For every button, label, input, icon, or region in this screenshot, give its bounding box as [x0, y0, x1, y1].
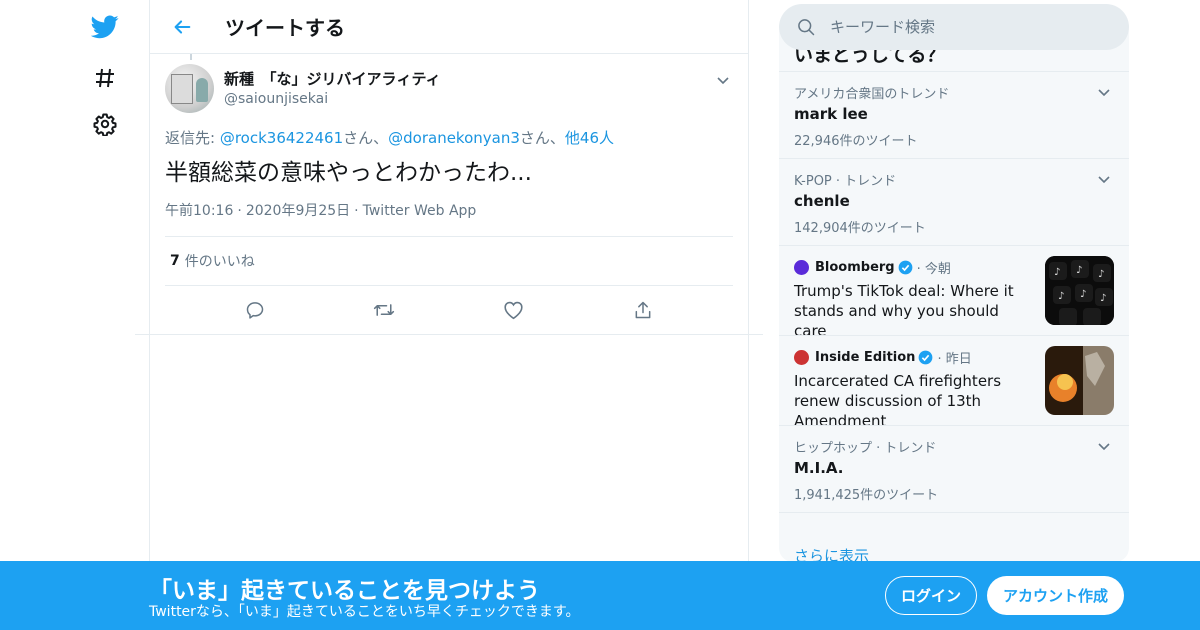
verified-badge-icon [919, 350, 933, 365]
twitter-bird-icon[interactable] [90, 12, 120, 42]
main-column: ツイートする 新種 「な」ジリバイアラィティ @saiounjisekai 返信… [135, 0, 763, 630]
trend-context: K-POP · トレンド [794, 174, 897, 189]
reply-icon[interactable] [240, 295, 270, 325]
news-thumbnail: ♪ ♪ ♪ ♪ ♪ ♪ [1045, 256, 1114, 325]
svg-text:♪: ♪ [1080, 289, 1086, 300]
trend-count: 142,904件のツイート [794, 221, 926, 236]
trend-name: M.I.A. [794, 459, 844, 477]
chevron-down-icon[interactable] [1094, 82, 1114, 102]
news-time: · 昨日 [937, 352, 972, 367]
trend-item[interactable]: K-POP · トレンド chenle 142,904件のツイート [779, 158, 1129, 245]
inside-edition-logo-icon [794, 350, 809, 365]
banner-title: 「いま」起きていることを見つけよう [149, 578, 540, 604]
trend-name: mark lee [794, 105, 868, 123]
trends-panel: いまどうしてる？ アメリカ合衆国のトレンド mark lee 22,946件のツ… [779, 20, 1129, 562]
bloomberg-logo-icon [794, 260, 809, 275]
reply-prefix: 返信先: [165, 129, 220, 147]
reply-mention-1[interactable]: @rock36422461 [220, 129, 343, 147]
banner-subtitle: Twitterなら、「いま」起きていることをいち早くチェックできます。 [149, 604, 580, 620]
settings-gear-icon[interactable] [90, 109, 120, 139]
retweet-icon[interactable] [369, 295, 399, 325]
avatar[interactable] [165, 64, 214, 113]
svg-text:♪: ♪ [1076, 265, 1082, 276]
tweet-meta: 午前10:16 · 2020年9月25日 · Twitter Web App [165, 203, 477, 219]
search-input[interactable] [830, 18, 1100, 36]
tweet-date[interactable]: 2020年9月25日 [246, 203, 350, 219]
page: ツイートする 新種 「な」ジリバイアラィティ @saiounjisekai 返信… [0, 0, 1200, 630]
display-name[interactable]: 新種 「な」ジリバイアラィティ [224, 68, 441, 89]
trend-item[interactable]: アメリカ合衆国のトレンド mark lee 22,946件のツイート [779, 71, 1129, 158]
svg-text:♪: ♪ [1058, 291, 1064, 302]
tweet-actions [165, 286, 733, 334]
search-box[interactable] [779, 4, 1129, 50]
likes-count: 7 [170, 253, 180, 269]
likes-label: 件のいいね [184, 254, 255, 270]
news-item[interactable]: Bloomberg · 今朝 Trump's TikTok deal: Wher… [779, 245, 1129, 340]
trend-context: ヒップホップ · トレンド [794, 441, 937, 456]
tweet-time[interactable]: 午前10:16 [165, 203, 233, 219]
back-arrow-icon[interactable] [167, 12, 197, 42]
trend-name: chenle [794, 192, 850, 210]
signup-banner: 「いま」起きていることを見つけよう Twitterなら、「いま」起きていることを… [0, 561, 1200, 630]
trend-count: 22,946件のツイート [794, 134, 918, 149]
news-item[interactable]: Inside Edition · 昨日 Incarcerated CA fire… [779, 335, 1129, 430]
reply-mention-2[interactable]: @doranekonyan3 [388, 129, 520, 147]
svg-text:♪: ♪ [1100, 293, 1106, 304]
login-button[interactable]: ログイン [885, 576, 977, 615]
main-header: ツイートする [150, 0, 748, 54]
left-nav [80, 0, 130, 630]
show-more-link[interactable]: さらに表示 [794, 545, 869, 562]
likes-row[interactable]: 7 件のいいね [165, 236, 733, 286]
tweet-text: 半額総菜の意味やっとわかったわ... [165, 160, 532, 186]
trend-count: 1,941,425件のツイート [794, 488, 939, 503]
svg-text:♪: ♪ [1098, 269, 1104, 280]
news-source-name: Bloomberg [815, 260, 895, 275]
reply-others-link[interactable]: 他46人 [565, 129, 614, 147]
news-source-name: Inside Edition [815, 350, 916, 365]
thread-line [190, 54, 192, 60]
tweet: 新種 「な」ジリバイアラィティ @saiounjisekai 返信先: @roc… [135, 54, 763, 335]
chevron-down-icon[interactable] [713, 70, 733, 90]
chevron-down-icon[interactable] [1094, 169, 1114, 189]
news-title: Trump's TikTok deal: Where it stands and… [794, 282, 1014, 340]
chevron-down-icon[interactable] [1094, 436, 1114, 456]
news-time: · 今朝 [916, 262, 951, 277]
user-handle[interactable]: @saiounjisekai [224, 91, 441, 107]
search-icon [798, 19, 815, 36]
share-icon[interactable] [628, 295, 658, 325]
trend-item[interactable]: ヒップホップ · トレンド M.I.A. 1,941,425件のツイート [779, 425, 1129, 512]
reply-to: 返信先: @rock36422461さん、@doranekonyan3さん、他4… [165, 127, 733, 148]
news-title: Incarcerated CA firefighters renew discu… [794, 372, 1002, 430]
page-title: ツイートする [225, 16, 345, 40]
tweet-client[interactable]: Twitter Web App [363, 203, 477, 219]
heart-icon[interactable] [499, 295, 529, 325]
svg-text:♪: ♪ [1054, 267, 1060, 278]
trend-context: アメリカ合衆国のトレンド [794, 87, 950, 102]
verified-badge-icon [898, 260, 912, 275]
reply-suffix-1: さん、 [343, 129, 389, 147]
signup-button[interactable]: アカウント作成 [987, 576, 1124, 615]
news-thumbnail [1045, 346, 1114, 415]
reply-suffix-2: さん、 [519, 129, 565, 147]
hashtag-icon[interactable] [90, 63, 120, 93]
